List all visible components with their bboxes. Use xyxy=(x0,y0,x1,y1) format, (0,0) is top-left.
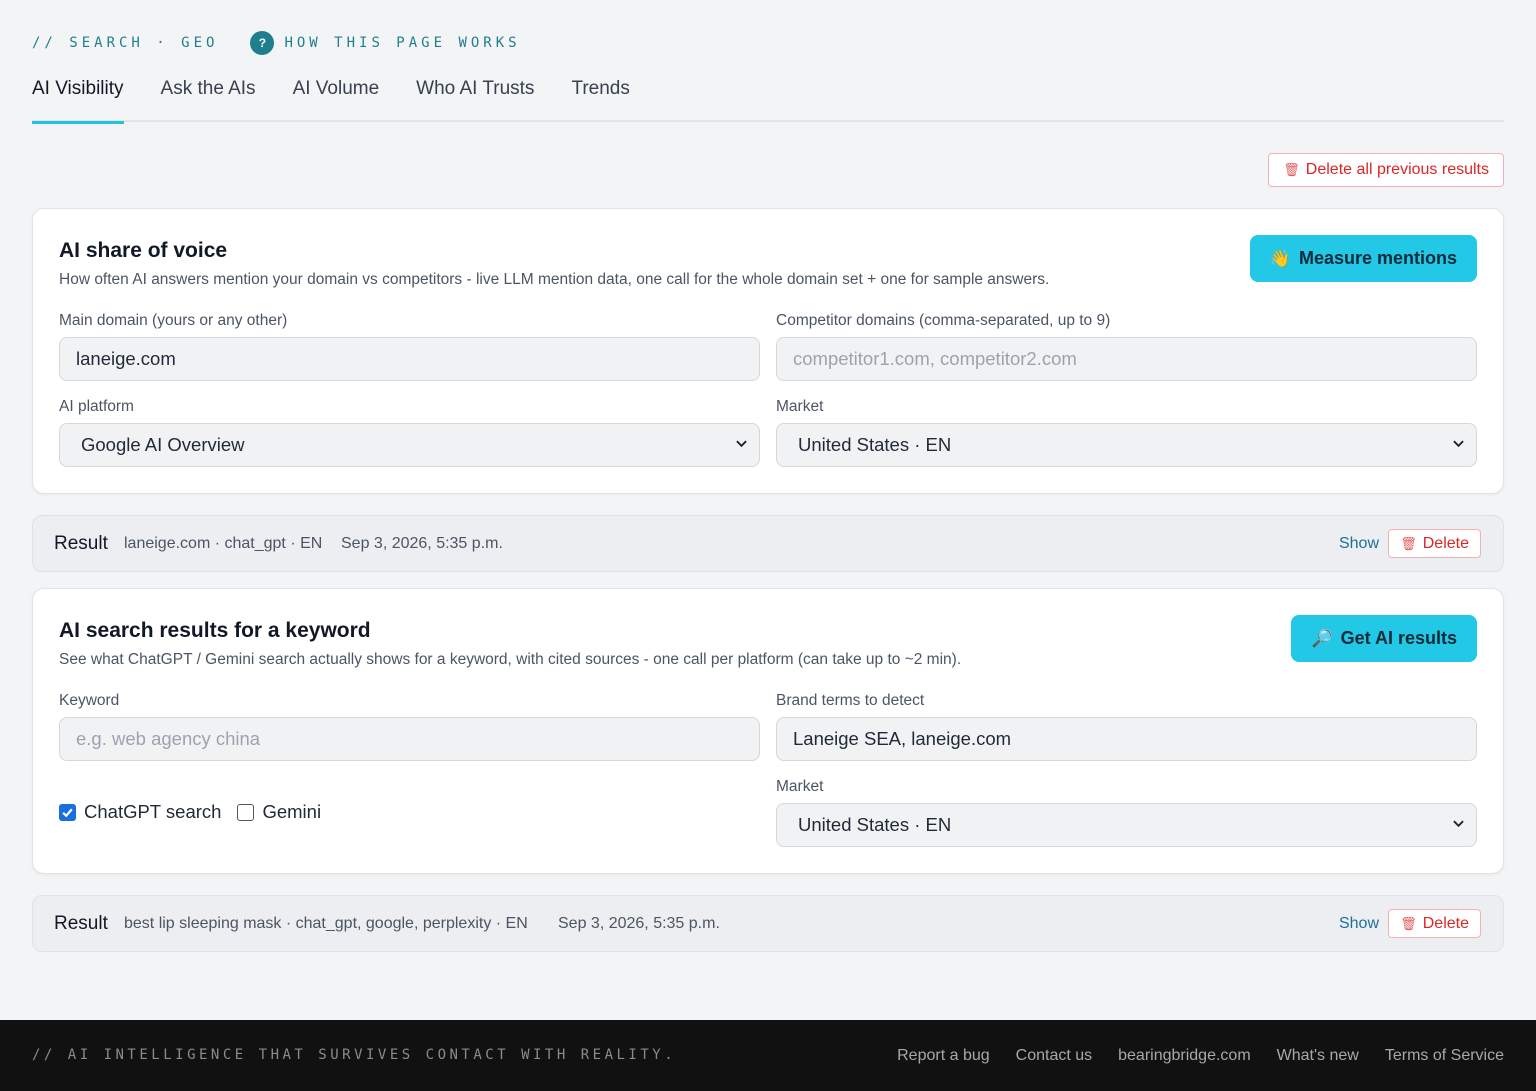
trash-icon: 🗑 xyxy=(1400,915,1417,931)
website-link[interactable]: bearingbridge.com xyxy=(1118,1047,1251,1065)
chevron-down-icon xyxy=(736,440,747,448)
footer: // AI INTELLIGENCE THAT SURVIVES CONTACT… xyxy=(0,1020,1536,1091)
brand-terms-label: Brand terms to detect xyxy=(776,692,925,709)
keyword-search-card: AI search results for a keyword See what… xyxy=(32,588,1504,874)
tab-trends[interactable]: Trends xyxy=(571,70,629,122)
chevron-down-icon xyxy=(1453,440,1464,448)
keyword-input[interactable]: e.g. web agency china xyxy=(59,717,760,761)
measure-mentions-label: Measure mentions xyxy=(1298,248,1457,268)
gemini-checkbox[interactable] xyxy=(237,803,255,821)
card-title: AI search results for a keyword xyxy=(59,619,371,642)
trash-icon: 🗑 xyxy=(1400,535,1417,551)
share-of-voice-card: AI share of voice How often AI answers m… xyxy=(32,208,1504,494)
chevron-down-icon xyxy=(1453,820,1464,828)
competitor-domains-input[interactable]: competitor1.com, competitor2.com xyxy=(776,337,1477,381)
platform-checkboxes: ChatGPT search Gemini xyxy=(59,801,321,823)
footer-links: Report a bug Contact us bearingbridge.co… xyxy=(871,1047,1504,1065)
result-date: Sep 3, 2026, 5:35 p.m. xyxy=(341,535,503,552)
whats-new-link[interactable]: What's new xyxy=(1277,1047,1359,1065)
get-ai-results-button[interactable]: 🔎 Get AI results xyxy=(1291,615,1477,662)
main-domain-input[interactable]: laneige.com xyxy=(59,337,760,381)
result-meta: best lip sleeping mask · chat_gpt, googl… xyxy=(124,915,528,932)
competitor-domains-label: Competitor domains (comma-separated, up … xyxy=(776,312,1111,329)
section-crumb: // SEARCH · GEO xyxy=(32,35,219,51)
keyword-label: Keyword xyxy=(59,692,120,709)
terms-link[interactable]: Terms of Service xyxy=(1385,1047,1504,1065)
market-label: Market xyxy=(776,398,824,415)
ai-platform-label: AI platform xyxy=(59,398,134,415)
card-title: AI share of voice xyxy=(59,239,228,262)
delete-label: Delete xyxy=(1422,914,1469,932)
tab-who-ai-trusts[interactable]: Who AI Trusts xyxy=(416,70,534,122)
tab-ai-visibility[interactable]: AI Visibility xyxy=(32,70,124,124)
show-result-link[interactable]: Show xyxy=(1339,535,1379,553)
result-row: Result best lip sleeping mask · chat_gpt… xyxy=(32,895,1504,952)
result-row: Result laneige.com · chat_gpt · EN Sep 3… xyxy=(32,515,1504,572)
contact-us-link[interactable]: Contact us xyxy=(1016,1047,1092,1065)
result-meta: laneige.com · chat_gpt · EN xyxy=(124,535,323,552)
result-title: Result xyxy=(54,533,108,554)
ai-platform-value: Google AI Overview xyxy=(81,434,245,455)
get-ai-results-label: Get AI results xyxy=(1340,628,1457,648)
trash-icon: 🗑 xyxy=(1283,162,1300,177)
market-value: United States · EN xyxy=(798,814,952,835)
delete-result-button[interactable]: 🗑 Delete xyxy=(1388,529,1481,558)
delete-all-results-button[interactable]: 🗑 Delete all previous results xyxy=(1268,153,1504,187)
main-domain-label: Main domain (yours or any other) xyxy=(59,312,288,329)
report-bug-link[interactable]: Report a bug xyxy=(897,1047,990,1065)
check-icon xyxy=(62,808,73,817)
market-select[interactable]: United States · EN xyxy=(776,423,1477,467)
result-title: Result xyxy=(54,913,108,934)
market-value: United States · EN xyxy=(798,434,952,455)
footer-tagline: // AI INTELLIGENCE THAT SURVIVES CONTACT… xyxy=(32,1047,677,1063)
market-select[interactable]: United States · EN xyxy=(776,803,1477,847)
help-label: HOW THIS PAGE WORKS xyxy=(284,35,521,51)
card-description: See what ChatGPT / Gemini search actuall… xyxy=(59,651,962,668)
market-label: Market xyxy=(776,778,824,795)
tab-ai-volume[interactable]: AI Volume xyxy=(293,70,380,122)
magnifier-icon: 🔎 xyxy=(1311,628,1333,648)
result-date: Sep 3, 2026, 5:35 p.m. xyxy=(558,915,720,932)
gemini-checkbox-label[interactable]: Gemini xyxy=(262,801,321,823)
delete-label: Delete xyxy=(1422,534,1469,552)
measure-mentions-button[interactable]: 👋 Measure mentions xyxy=(1249,235,1477,282)
card-description: How often AI answers mention your domain… xyxy=(59,271,1050,288)
delete-result-button[interactable]: 🗑 Delete xyxy=(1388,909,1481,938)
chatgpt-checkbox[interactable] xyxy=(59,803,76,821)
brand-terms-input[interactable]: Laneige SEA, laneige.com xyxy=(776,717,1477,761)
tab-ask-the-ais[interactable]: Ask the AIs xyxy=(161,70,256,122)
ai-platform-select[interactable]: Google AI Overview xyxy=(59,423,760,467)
show-result-link[interactable]: Show xyxy=(1339,915,1379,933)
question-circle-icon: ? xyxy=(250,31,275,55)
how-this-page-works-link[interactable]: ? HOW THIS PAGE WORKS xyxy=(250,31,520,55)
tab-bar: AI Visibility Ask the AIs AI Volume Who … xyxy=(32,70,1504,124)
top-breadcrumb: // SEARCH · GEO ? HOW THIS PAGE WORKS xyxy=(32,30,521,56)
chatgpt-checkbox-label[interactable]: ChatGPT search xyxy=(84,801,221,823)
delete-all-label: Delete all previous results xyxy=(1305,161,1489,178)
hand-icon: 👋 xyxy=(1269,248,1291,268)
